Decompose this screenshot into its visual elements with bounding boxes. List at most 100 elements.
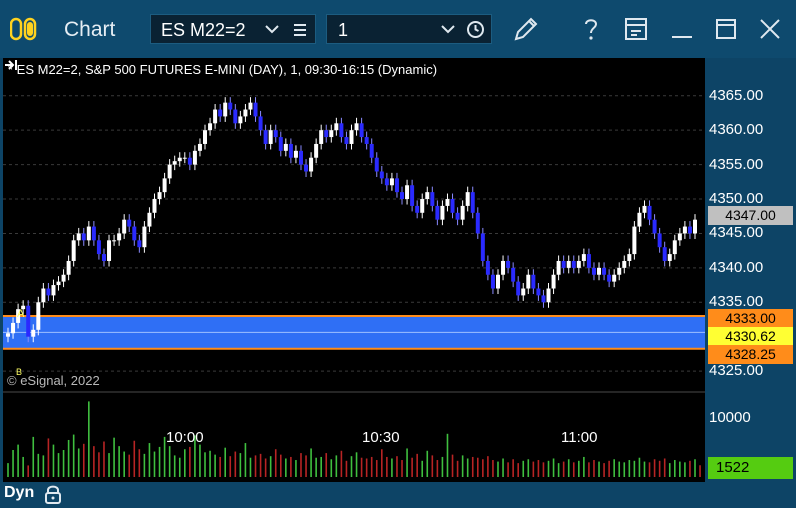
candle-body	[546, 288, 551, 303]
volume-bar	[229, 456, 232, 477]
price-tick-label: 4355.00	[709, 155, 764, 173]
volume-bar	[441, 456, 444, 477]
volume-bar	[679, 461, 681, 477]
candle-body	[112, 240, 117, 242]
candle-body	[192, 150, 197, 165]
candle-body	[389, 178, 394, 186]
volume-bar	[633, 460, 636, 477]
volume-bar	[17, 444, 19, 477]
chart-canvas[interactable]: AB	[3, 58, 793, 482]
candle-body	[6, 333, 10, 337]
volume-bar	[699, 465, 701, 477]
symbol-selector[interactable]: ES M22=2	[150, 14, 316, 44]
volume-bar	[583, 456, 585, 477]
candle-body	[319, 130, 324, 144]
volume-bar	[118, 446, 120, 477]
candle-body	[470, 192, 475, 213]
volume-bar	[482, 459, 484, 477]
candle-body	[132, 226, 137, 241]
layout-icon[interactable]	[620, 13, 652, 45]
candle-body	[293, 150, 298, 158]
candle-body	[122, 219, 127, 234]
volume-bar	[608, 460, 610, 477]
interval-selector[interactable]: 1	[326, 14, 492, 44]
candle-body	[657, 233, 662, 248]
candle-body	[364, 137, 369, 144]
maximize-icon[interactable]	[710, 13, 742, 45]
minimize-icon[interactable]	[666, 13, 698, 45]
scroll-to-end-icon[interactable]	[3, 58, 19, 72]
candle-body	[687, 226, 692, 234]
volume-bar	[244, 443, 247, 477]
volume-bar	[123, 451, 125, 477]
volume-bar	[108, 453, 110, 477]
volume-bar	[234, 451, 237, 477]
candle-body	[349, 130, 354, 144]
interval-dropdown-icon[interactable]	[439, 20, 457, 38]
volume-bar	[7, 463, 9, 477]
candle-body	[541, 295, 546, 303]
candle-body	[324, 130, 329, 138]
time-label-1000: 10:00	[166, 429, 204, 446]
candle-body	[314, 143, 319, 158]
candle-body	[91, 226, 96, 241]
candle-body	[208, 123, 213, 131]
candle-body	[420, 199, 425, 213]
app-logo-icon	[10, 17, 37, 41]
interval-value[interactable]: 1	[338, 20, 348, 41]
volume-bar	[128, 454, 131, 477]
chart-area[interactable]: AB * ES M22=2, S&P 500 FUTURES E-MINI (D…	[3, 58, 793, 482]
volume-axis-label: 10000	[709, 409, 751, 426]
help-icon[interactable]	[575, 13, 607, 45]
candle-body	[612, 274, 617, 282]
volume-bar	[492, 460, 494, 477]
volume-bar	[148, 443, 151, 477]
volume-bar	[370, 456, 373, 477]
candle-body	[167, 164, 172, 179]
volume-bar	[158, 446, 161, 477]
candle-body	[410, 185, 415, 206]
candle-body	[137, 240, 142, 248]
candle-body	[642, 205, 647, 213]
volume-bar	[588, 462, 590, 477]
volume-bar	[42, 455, 45, 477]
volume-bar	[476, 457, 479, 477]
volume-bar	[386, 456, 388, 477]
volume-bar	[537, 460, 540, 477]
volume-bar	[22, 456, 24, 477]
candle-body	[652, 219, 657, 234]
candle-body	[556, 260, 561, 275]
volume-bar	[562, 461, 565, 477]
pencil-icon[interactable]	[510, 13, 542, 45]
candle-body	[693, 219, 697, 234]
price-tick-label: 4365.00	[709, 86, 764, 104]
volume-bar	[593, 460, 595, 477]
candle-body	[435, 205, 440, 220]
candle-body	[248, 102, 253, 110]
symbol-value[interactable]: ES M22=2	[161, 20, 246, 41]
volume-bar	[345, 460, 348, 477]
candle-body	[142, 226, 147, 248]
candle-body	[344, 137, 349, 144]
candle-body	[187, 157, 192, 165]
lock-icon[interactable]	[44, 484, 62, 504]
dynamic-mode-label[interactable]: Dyn	[4, 484, 34, 502]
candle-body	[213, 109, 218, 124]
candle-body	[521, 288, 526, 296]
candle-body	[197, 143, 202, 151]
clock-icon[interactable]	[466, 20, 485, 39]
marker-a: A	[17, 308, 25, 320]
volume-bar	[628, 460, 631, 477]
chart-window: Chart ES M22=2 1 AB * ES M22=2, S&P 500 …	[0, 0, 796, 508]
volume-bar	[381, 449, 383, 477]
window-title: Chart	[64, 18, 116, 41]
symbol-dropdown-icon[interactable]	[263, 20, 281, 38]
volume-bar	[62, 450, 65, 477]
volume-bar	[471, 456, 474, 477]
candle-body	[516, 281, 521, 296]
candle-body	[288, 143, 293, 158]
candle-body	[339, 123, 344, 138]
symbol-menu-icon[interactable]	[291, 21, 309, 39]
candle-body	[455, 212, 460, 220]
close-icon[interactable]	[754, 13, 786, 45]
